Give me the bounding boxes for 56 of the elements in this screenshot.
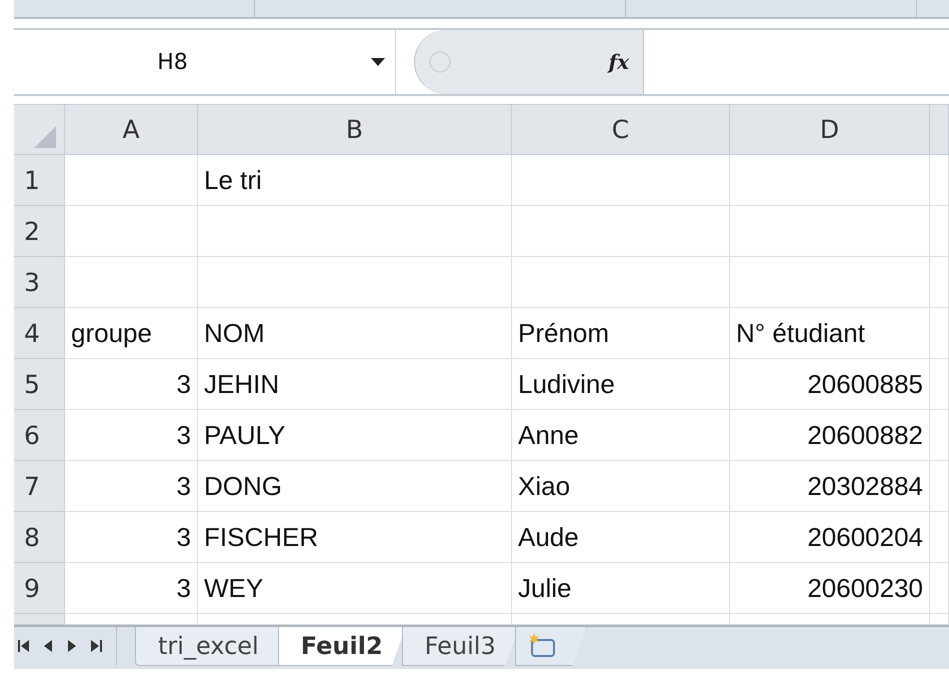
table-cell: N° étudiant [730,308,930,359]
row-header[interactable]: 4 [14,308,65,359]
table-cell: Prénom [512,308,730,359]
table-cell: 20600882 [730,410,930,461]
row-header[interactable]: 7 [14,461,65,512]
row-header[interactable]: 5 [14,359,65,410]
table-cell: 20600204 [730,512,930,563]
caret-icon[interactable] [371,58,385,66]
table-cell [930,206,949,257]
table-cell: Aude [512,512,730,563]
table-cell [930,155,949,206]
table-cell: 3 [65,461,198,512]
table-cell: 20600230 [730,563,930,614]
row-header[interactable]: 6 [14,410,65,461]
first-sheet-icon[interactable] [18,639,30,653]
next-sheet-icon[interactable] [67,639,76,653]
last-sheet-icon[interactable] [90,639,102,653]
table-cell: JEHIN [198,359,512,410]
table-cell: NOM [198,308,512,359]
table-cell: 20302884 [730,461,930,512]
table-cell: Xiao [512,461,730,512]
column-header[interactable]: A [65,105,198,155]
table-cell [930,410,949,461]
column-header[interactable]: B [198,105,512,155]
table-cell [930,308,949,359]
grip-icon[interactable] [429,51,451,73]
table-cell: WEY [198,563,512,614]
column-header[interactable]: C [512,105,730,155]
table-cell: Anne [512,410,730,461]
table-cell: 3 [65,563,198,614]
table-cell: PAULY [198,410,512,461]
table-cell: 3 [65,359,198,410]
table-cell: 3 [65,410,198,461]
row-header[interactable]: 1 [14,155,65,206]
table-cell: groupe [65,308,198,359]
table-cell: 20600885 [730,359,930,410]
insert-function-button[interactable]: fx [604,50,633,74]
table-cell [930,461,949,512]
previous-sheet-icon[interactable] [44,639,53,653]
table-cell [930,563,949,614]
row-header[interactable]: 9 [14,563,65,614]
row-header[interactable]: 3 [14,257,65,308]
table-cell: FISCHER [198,512,512,563]
table-cell: DONG [198,461,512,512]
corner-triangle-icon [34,126,56,148]
table-cell [930,359,949,410]
row-header[interactable]: 2 [14,206,65,257]
table-cell: Ludivine [512,359,730,410]
name-box[interactable]: H8 [14,30,396,94]
table-cell: 3 [65,512,198,563]
table-cell: Le tri [198,155,512,206]
table-cell [930,257,949,308]
column-header[interactable]: D [730,105,930,155]
row-header[interactable]: 8 [14,512,65,563]
table-cell: Julie [512,563,730,614]
table-cell [930,512,949,563]
